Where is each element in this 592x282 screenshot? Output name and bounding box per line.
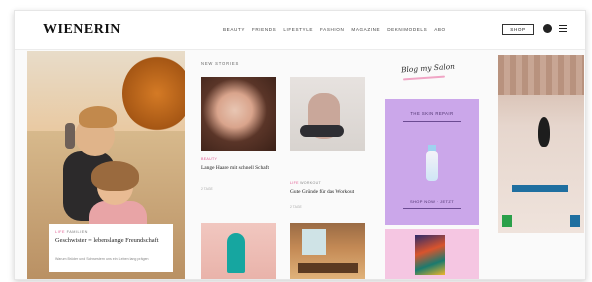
promo-heading: THE SKIN REPAIR xyxy=(410,111,454,116)
user-icon[interactable] xyxy=(543,24,552,33)
site-logo[interactable]: WIENERIN xyxy=(43,22,121,38)
promo-divider-bottom xyxy=(403,208,461,209)
hero-tag: LIFE FAMILIEN xyxy=(55,230,88,234)
product-bottle xyxy=(426,151,438,181)
blog-script-title[interactable]: Blog my Salon xyxy=(401,61,471,75)
article-card[interactable]: LIFE WORKOUT Gute Gründe für das Workout… xyxy=(290,77,370,217)
article-meta: LIFE WORKOUT xyxy=(290,181,321,185)
nav-item-magazine[interactable]: MAGAZINE xyxy=(351,27,380,32)
nav-item-abo[interactable]: ABO xyxy=(434,27,446,32)
article-category[interactable]: BEAUTY xyxy=(201,157,217,161)
hero-tag-category[interactable]: LIFE xyxy=(55,230,65,234)
book-cover xyxy=(415,235,445,275)
menu-icon[interactable] xyxy=(559,25,567,32)
image-figure-legs xyxy=(300,125,344,137)
main-nav: BEAUTY FRIENDS LIFESTYLE FASHION MAGAZIN… xyxy=(223,27,446,32)
ad-cta-button[interactable] xyxy=(512,185,568,192)
browser-frame: WIENERIN BEAUTY FRIENDS LIFESTYLE FASHIO… xyxy=(14,10,586,280)
blog-sidebar: Blog my Salon THE SKIN REPAIR SHOP NOW ·… xyxy=(385,51,479,279)
ad-bird xyxy=(538,117,550,147)
ad-logo-blue xyxy=(570,215,580,227)
article-date: 2 TAGE xyxy=(201,187,213,191)
article-title[interactable]: Gute Gründe für das Workout xyxy=(290,189,368,195)
article-image xyxy=(201,77,276,151)
shop-button[interactable]: SHOP xyxy=(502,24,534,35)
article-card[interactable] xyxy=(201,223,276,279)
promo-divider xyxy=(403,121,461,122)
image-window xyxy=(302,229,326,255)
hero-title[interactable]: Geschwister = lebenslange Freundschaft xyxy=(55,237,167,244)
article-title[interactable]: Lange Haare mit schnell Schaft xyxy=(201,165,279,171)
hero-boy-hair xyxy=(79,106,117,128)
ad-wall-band xyxy=(498,55,584,95)
nav-item-beauty[interactable]: BEAUTY xyxy=(223,27,245,32)
hero-tag-sub[interactable]: FAMILIEN xyxy=(67,230,88,234)
top-navigation-bar: WIENERIN BEAUTY FRIENDS LIFESTYLE FASHIO… xyxy=(15,11,585,50)
ad-footer xyxy=(502,215,580,227)
hero-teaser: Warum Brüder und Schwestern uns ein Lebe… xyxy=(55,257,149,261)
nav-item-fashion[interactable]: FASHION xyxy=(320,27,344,32)
article-image xyxy=(290,77,365,151)
article-date: 2 TAGE xyxy=(290,205,302,209)
script-underline xyxy=(402,75,446,81)
hero-girl-hair xyxy=(91,161,139,191)
section-label: NEW STORIES xyxy=(201,61,240,66)
nav-item-lifestyle[interactable]: LIFESTYLE xyxy=(283,27,313,32)
image-ribbon xyxy=(227,233,245,273)
article-category[interactable]: LIFE xyxy=(290,181,299,185)
article-card[interactable]: BEAUTY Lange Haare mit schnell Schaft 2 … xyxy=(201,77,281,207)
article-subcategory[interactable]: WORKOUT xyxy=(300,181,321,185)
nav-item-friends[interactable]: FRIENDS xyxy=(252,27,276,32)
hero-caption-card[interactable]: LIFE FAMILIEN Geschwister = lebenslange … xyxy=(49,224,173,272)
hero-background-person xyxy=(65,123,75,149)
promo-book-banner[interactable] xyxy=(385,229,479,279)
hero-article[interactable]: LIFE FAMILIEN Geschwister = lebenslange … xyxy=(27,51,185,279)
image-table xyxy=(298,263,358,273)
article-card[interactable] xyxy=(290,223,365,279)
article-image xyxy=(201,223,276,279)
ad-logo-green xyxy=(502,215,512,227)
advertisement[interactable] xyxy=(498,55,584,233)
promo-footer[interactable]: SHOP NOW · JETZT xyxy=(399,199,465,204)
article-meta: BEAUTY xyxy=(201,157,217,161)
article-image xyxy=(290,223,365,279)
nav-item-deknimodels[interactable]: DEKNIMODELS xyxy=(387,27,427,32)
promo-banner[interactable]: THE SKIN REPAIR SHOP NOW · JETZT xyxy=(385,99,479,225)
hero-tree xyxy=(122,56,185,131)
